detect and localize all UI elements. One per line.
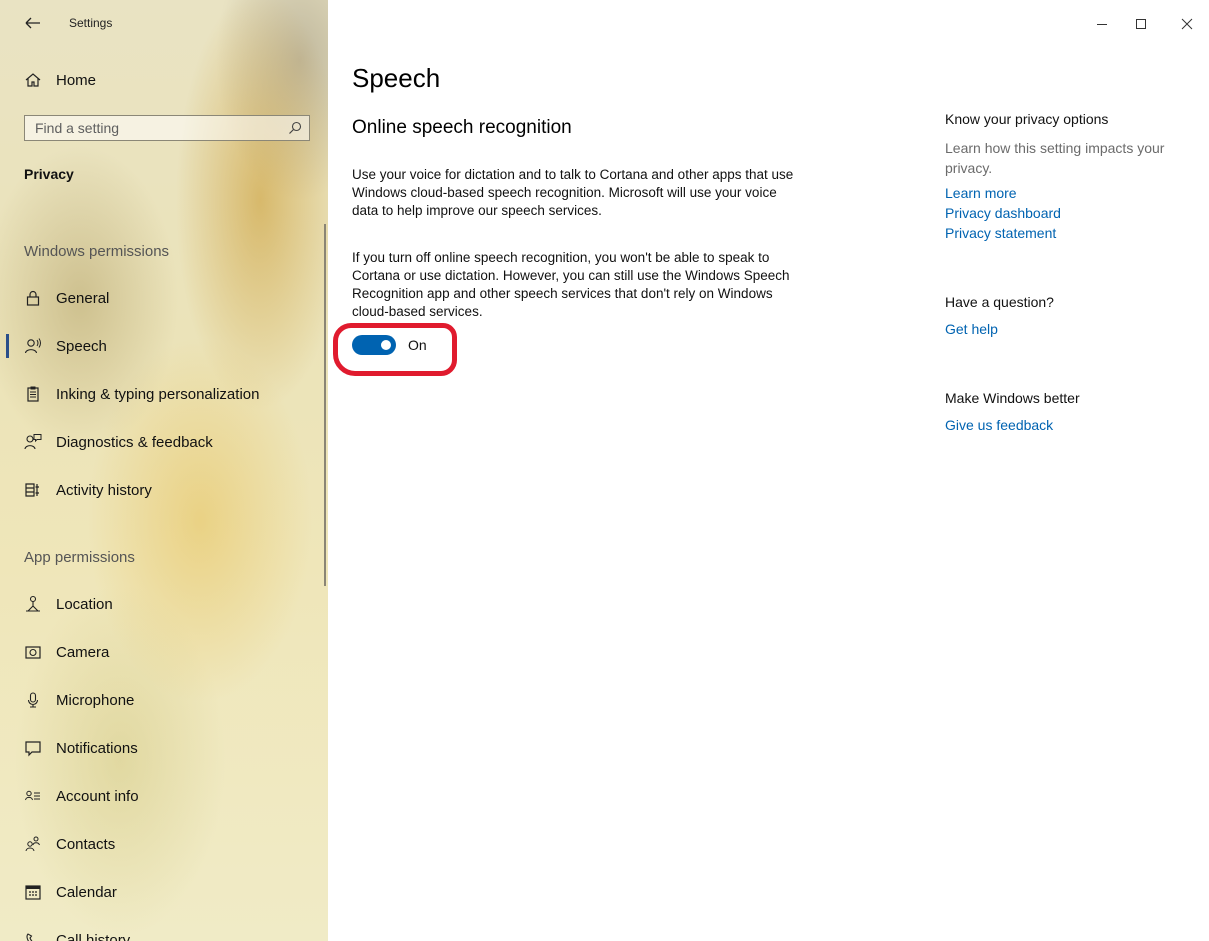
- search-icon: [288, 121, 302, 135]
- feedback-icon: [24, 433, 42, 451]
- back-arrow-icon: [25, 17, 40, 29]
- sidebar-item-label: Microphone: [56, 691, 135, 709]
- maximize-icon: [1136, 19, 1146, 29]
- sidebar-item-calendar[interactable]: Calendar: [0, 872, 324, 912]
- sidebar-scrollbar[interactable]: [324, 224, 326, 586]
- settings-window: Settings Home Privacy Windows permission…: [0, 0, 1209, 941]
- sidebar-item-camera[interactable]: Camera: [0, 632, 324, 672]
- privacy-options-heading: Know your privacy options: [945, 111, 1109, 127]
- back-button[interactable]: [22, 12, 44, 34]
- minimize-button[interactable]: [1087, 10, 1117, 38]
- sidebar-item-contacts[interactable]: Contacts: [0, 824, 324, 864]
- close-button[interactable]: [1172, 10, 1202, 38]
- section-title: Online speech recognition: [352, 117, 572, 138]
- learn-more-link[interactable]: Learn more: [945, 185, 1017, 201]
- sidebar-item-diagnostics-feedback[interactable]: Diagnostics & feedback: [0, 422, 324, 462]
- question-heading: Have a question?: [945, 294, 1054, 310]
- description-paragraph-1: Use your voice for dictation and to talk…: [352, 167, 794, 218]
- sidebar-item-label: General: [56, 289, 110, 307]
- sidebar-item-label: Notifications: [56, 739, 138, 757]
- sidebar-item-account-info[interactable]: Account info: [0, 776, 324, 816]
- camera-icon: [24, 643, 42, 661]
- close-icon: [1181, 18, 1193, 30]
- description-paragraph-2: If you turn off online speech recognitio…: [352, 250, 790, 319]
- category-heading: Privacy: [24, 166, 74, 182]
- location-icon: [24, 595, 42, 613]
- sidebar-item-label: Home: [56, 71, 97, 89]
- sidebar-item-location[interactable]: Location: [0, 584, 324, 624]
- minimize-icon: [1097, 24, 1107, 25]
- sidebar-item-label: Camera: [56, 643, 110, 661]
- call-history-icon: [24, 931, 42, 941]
- make-windows-better-heading: Make Windows better: [945, 390, 1080, 406]
- sidebar: Settings Home Privacy Windows permission…: [0, 0, 328, 941]
- search-box[interactable]: [24, 115, 310, 141]
- sidebar-item-speech[interactable]: Speech: [0, 326, 324, 366]
- sidebar-item-label: Diagnostics & feedback: [56, 433, 213, 451]
- speech-icon: [24, 337, 42, 355]
- sidebar-item-label: Calendar: [56, 883, 117, 901]
- maximize-button[interactable]: [1126, 10, 1156, 38]
- sidebar-item-microphone[interactable]: Microphone: [0, 680, 324, 720]
- sidebar-item-home[interactable]: Home: [0, 60, 324, 100]
- section-heading-windows-permissions: Windows permissions: [24, 243, 170, 260]
- sidebar-item-activity-history[interactable]: Activity history: [0, 470, 324, 510]
- home-icon: [24, 71, 42, 89]
- window-title: Settings: [69, 16, 113, 30]
- lock-icon: [24, 289, 42, 307]
- page-title: Speech: [352, 63, 441, 93]
- highlight-annotation: [333, 323, 457, 376]
- account-info-icon: [24, 787, 42, 805]
- calendar-icon: [24, 883, 42, 901]
- sidebar-item-inking-typing[interactable]: Inking & typing personalization: [0, 374, 324, 414]
- get-help-link[interactable]: Get help: [945, 321, 998, 337]
- sidebar-item-general[interactable]: General: [0, 278, 324, 318]
- clipboard-icon: [24, 385, 42, 403]
- privacy-dashboard-link[interactable]: Privacy dashboard: [945, 205, 1061, 221]
- sidebar-item-notifications[interactable]: Notifications: [0, 728, 324, 768]
- selection-indicator: [6, 334, 9, 358]
- give-feedback-link[interactable]: Give us feedback: [945, 417, 1053, 433]
- microphone-icon: [24, 691, 42, 709]
- sidebar-item-label: Contacts: [56, 835, 116, 853]
- contacts-icon: [24, 835, 42, 853]
- sidebar-item-label: Inking & typing personalization: [56, 385, 260, 403]
- sidebar-item-label: Account info: [56, 787, 139, 805]
- notifications-icon: [24, 739, 42, 757]
- sidebar-item-label: Speech: [56, 337, 107, 355]
- sidebar-item-label: Activity history: [56, 481, 152, 499]
- search-input[interactable]: [25, 116, 275, 140]
- section-heading-app-permissions: App permissions: [24, 549, 135, 566]
- activity-icon: [24, 481, 42, 499]
- privacy-statement-link[interactable]: Privacy statement: [945, 225, 1056, 241]
- privacy-options-text: Learn how this setting impacts your priv…: [945, 140, 1165, 176]
- sidebar-item-label: Call history: [56, 931, 131, 941]
- sidebar-item-label: Location: [56, 595, 113, 613]
- sidebar-item-call-history[interactable]: Call history: [0, 920, 324, 941]
